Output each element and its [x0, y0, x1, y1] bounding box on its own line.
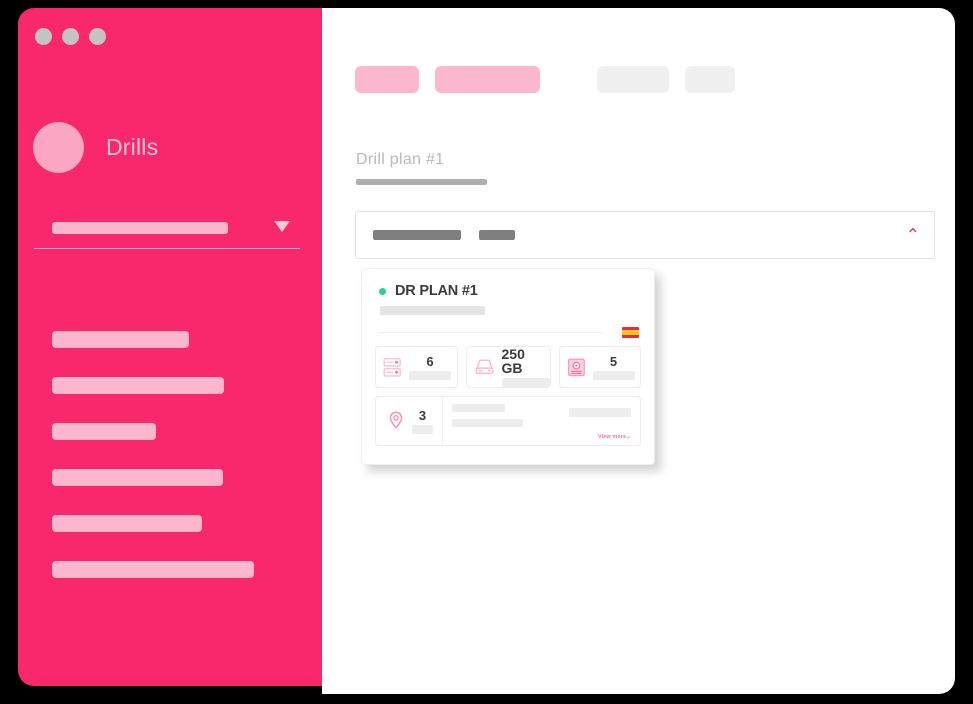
plan-card-detail: View more⌄	[443, 397, 640, 445]
main-panel: Drill plan #1 ⌃ DR PLAN #1 6 250 GB 5 3 …	[322, 8, 955, 694]
chevron-down-icon: ⌄	[626, 434, 631, 440]
caret-down-icon	[274, 221, 290, 232]
section-header: Drill plan #1	[356, 151, 487, 185]
stat-storage-value: 250 GB	[501, 346, 525, 376]
map-pin-icon	[389, 411, 403, 429]
stat-locations[interactable]: 3	[376, 397, 443, 445]
plan-card[interactable]: DR PLAN #1 6 250 GB 5 3 View more⌄	[361, 268, 655, 465]
plan-card-stats: 6 250 GB 5	[375, 346, 641, 388]
search-filter-placeholder	[479, 230, 515, 240]
archive-box-icon	[567, 358, 585, 376]
plan-card-title: DR PLAN #1	[395, 283, 478, 299]
divider	[378, 332, 603, 333]
view-more-label: View more	[597, 434, 627, 440]
stat-storage-content: 250 GB	[501, 346, 550, 387]
app-window: Drills Drill plan #1 ⌃ DR PLAN #1 6 250 …	[18, 8, 955, 694]
sidebar-item-4[interactable]	[52, 469, 223, 486]
toolbar	[355, 66, 735, 93]
stat-servers[interactable]: 6	[375, 346, 458, 388]
sidebar-item-5[interactable]	[52, 515, 202, 532]
sidebar-item-3[interactable]	[52, 423, 156, 440]
stat-locations-value: 3	[418, 407, 427, 423]
close-button[interactable]	[35, 28, 52, 45]
search-bar[interactable]: ⌃	[355, 211, 935, 259]
sidebar: Drills	[18, 8, 322, 686]
brand: Drills	[33, 122, 158, 173]
detail-placeholder-2	[452, 419, 523, 427]
stat-locations-label-placeholder	[412, 424, 433, 434]
sidebar-nav	[52, 331, 254, 607]
stat-locations-content: 3	[412, 409, 433, 434]
search-input-placeholder	[373, 230, 461, 240]
stat-storage[interactable]: 250 GB	[465, 346, 551, 388]
stat-backups-content: 5	[592, 353, 635, 380]
brand-name: Drills	[106, 134, 159, 160]
stat-storage-label-placeholder	[501, 378, 550, 387]
maximize-button[interactable]	[89, 28, 106, 45]
page-title: Drill plan #1	[356, 151, 445, 168]
plan-card-footer: 3 View more⌄	[375, 396, 641, 446]
detail-placeholder-3	[569, 408, 631, 417]
sidebar-item-2[interactable]	[52, 377, 224, 394]
stat-backups[interactable]: 5	[558, 346, 641, 388]
avatar	[33, 122, 84, 173]
section-subtitle-placeholder	[356, 179, 487, 185]
hard-drive-icon	[475, 359, 493, 375]
window-controls	[35, 28, 106, 45]
plan-card-meta-row	[375, 327, 641, 338]
plan-card-header: DR PLAN #1	[362, 269, 654, 315]
status-dot-icon	[379, 287, 386, 295]
sidebar-item-6[interactable]	[52, 561, 254, 578]
view-more-link[interactable]: View more⌄	[598, 434, 631, 440]
toolbar-chip-primary-2[interactable]	[435, 66, 540, 93]
plan-card-subtitle-placeholder	[380, 306, 485, 315]
stat-backups-label-placeholder	[592, 370, 635, 380]
stat-servers-label-placeholder	[409, 370, 451, 380]
stat-backups-value: 5	[609, 353, 618, 369]
chevron-up-icon[interactable]: ⌃	[906, 227, 920, 244]
spain-flag-icon	[622, 327, 639, 338]
plan-card-title-row: DR PLAN #1	[379, 283, 637, 299]
stat-servers-content: 6	[409, 355, 451, 380]
toolbar-chip-secondary-1[interactable]	[597, 66, 669, 93]
workspace-select[interactable]	[34, 214, 300, 249]
server-rack-icon	[383, 357, 401, 377]
toolbar-chip-primary-1[interactable]	[355, 66, 419, 93]
workspace-select-value	[52, 222, 228, 234]
toolbar-chip-secondary-2[interactable]	[685, 66, 735, 93]
minimize-button[interactable]	[62, 28, 79, 45]
sidebar-item-1[interactable]	[52, 331, 189, 348]
stat-servers-value: 6	[426, 353, 434, 369]
detail-placeholder-1	[452, 404, 505, 412]
